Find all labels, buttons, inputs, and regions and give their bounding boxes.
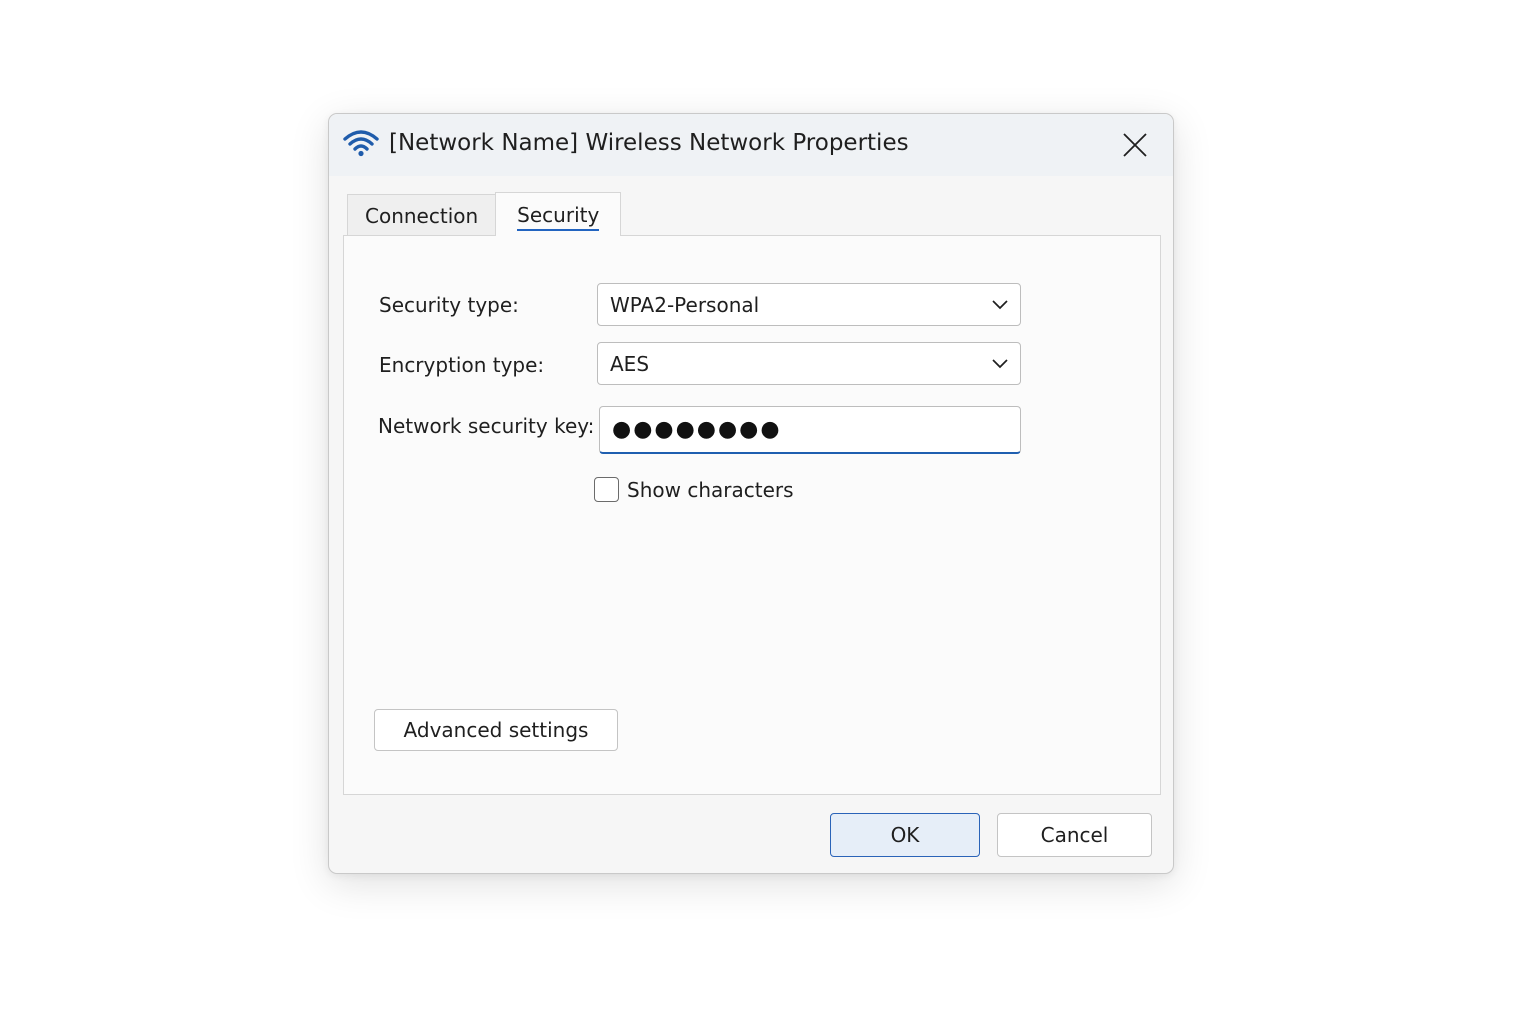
cancel-label: Cancel	[1040, 823, 1109, 847]
network-security-key-input[interactable]: ●●●●●●●●	[599, 406, 1021, 454]
masked-key-value: ●●●●●●●●	[612, 417, 782, 442]
tab-security[interactable]: Security	[495, 192, 622, 236]
security-type-select[interactable]: WPA2-Personal	[597, 283, 1021, 326]
close-icon	[1123, 133, 1147, 157]
window-title: [Network Name] Wireless Network Properti…	[389, 130, 909, 156]
wifi-icon	[343, 130, 379, 157]
security-type-value: WPA2-Personal	[610, 293, 760, 317]
tab-security-label: Security	[517, 203, 600, 231]
close-button[interactable]	[1117, 128, 1153, 162]
show-characters-label: Show characters	[627, 477, 794, 502]
chevron-down-icon	[992, 359, 1008, 369]
advanced-settings-button[interactable]: Advanced settings	[374, 709, 618, 751]
advanced-settings-label: Advanced settings	[403, 718, 589, 742]
show-characters-row[interactable]: Show characters	[594, 477, 794, 502]
encryption-type-label: Encryption type:	[379, 353, 545, 377]
title-bar: [Network Name] Wireless Network Properti…	[329, 114, 1173, 176]
cancel-button[interactable]: Cancel	[997, 813, 1152, 857]
encryption-type-select[interactable]: AES	[597, 342, 1021, 385]
wireless-properties-dialog: [Network Name] Wireless Network Properti…	[328, 113, 1174, 874]
network-security-key-label: Network security key:	[378, 414, 595, 438]
ok-label: OK	[890, 823, 920, 847]
security-panel: Security type: WPA2-Personal Encryption …	[343, 235, 1161, 795]
ok-button[interactable]: OK	[830, 813, 980, 857]
show-characters-checkbox[interactable]	[594, 477, 619, 502]
tab-connection[interactable]: Connection	[347, 194, 496, 236]
tab-strip: Connection Security	[347, 192, 622, 236]
tab-connection-label: Connection	[365, 203, 479, 228]
security-type-label: Security type:	[379, 293, 519, 317]
encryption-type-value: AES	[610, 352, 650, 376]
chevron-down-icon	[992, 300, 1008, 310]
